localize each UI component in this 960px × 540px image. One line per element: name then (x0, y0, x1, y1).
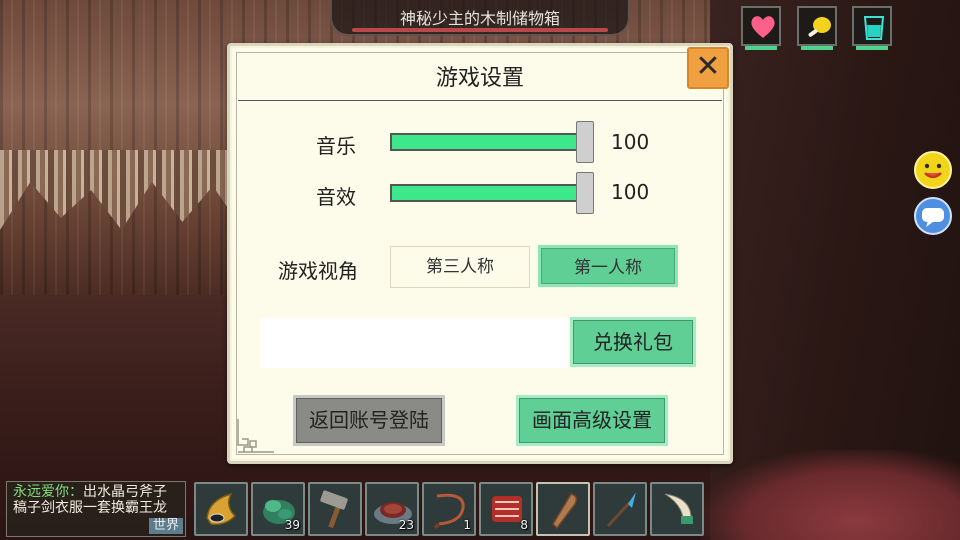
music-slider-handle[interactable] (576, 121, 594, 163)
hotbar-slot[interactable]: 39 (251, 482, 305, 536)
meat-icon (808, 17, 831, 37)
item-count: 1 (463, 518, 471, 532)
thirst-status[interactable] (852, 6, 892, 50)
health-status[interactable] (741, 6, 781, 50)
wooden-club-icon (552, 493, 578, 530)
stone-hammer-icon (320, 490, 348, 529)
sfx-label: 音效 (316, 185, 356, 209)
hotbar-slot[interactable] (593, 482, 647, 536)
hunger-status[interactable] (797, 6, 837, 50)
chat-nickname[interactable]: 永远爱你： (13, 484, 83, 500)
view-label: 游戏视角 (278, 259, 358, 283)
sfx-slider-fill (392, 186, 588, 200)
chat-box[interactable]: 永远爱你：出水晶弓斧子稿子剑衣服一套换霸王龙 世界 (6, 481, 186, 537)
first-person-button[interactable]: 第一人称 (538, 245, 678, 287)
third-person-button[interactable]: 第三人称 (390, 246, 530, 288)
bone-knife-icon (664, 493, 693, 524)
corner-ornament (237, 419, 274, 453)
target-item-banner: 神秘少主的木制储物箱 (330, 0, 630, 36)
gift-code-input[interactable] (260, 318, 568, 368)
horn-icon (206, 492, 237, 526)
return-to-login-button[interactable]: 返回账号登陆 (293, 395, 445, 446)
close-button[interactable]: ✕ (687, 47, 729, 89)
chat-channel-tag[interactable]: 世界 (148, 518, 183, 534)
hotbar-slot[interactable]: 8 (479, 482, 533, 536)
heart-icon (751, 16, 775, 38)
hotbar-slot[interactable] (194, 482, 248, 536)
redeem-gift-button[interactable]: 兑换礼包 (570, 317, 696, 367)
chat-button[interactable] (914, 197, 952, 235)
hotbar-slot-selected[interactable] (536, 482, 590, 536)
item-count: 8 (520, 518, 528, 532)
music-value: 100 (611, 130, 650, 154)
crystal-spear-icon (606, 492, 636, 528)
item-count: 39 (284, 518, 300, 532)
sfx-slider-handle[interactable] (576, 172, 594, 214)
music-slider[interactable] (390, 133, 590, 151)
hotbar-slot[interactable] (308, 482, 362, 536)
music-slider-fill (392, 135, 588, 149)
item-count: 23 (398, 518, 414, 532)
chat-bubble-icon (922, 208, 944, 227)
emoji-button[interactable] (914, 151, 952, 189)
settings-title: 游戏设置 (435, 66, 524, 91)
target-item-name: 神秘少主的木制储物箱 (399, 9, 560, 28)
hotbar-slot[interactable]: 1 (422, 482, 476, 536)
advanced-graphics-button[interactable]: 画面高级设置 (516, 395, 668, 446)
sfx-value: 100 (611, 180, 650, 204)
hotbar-slot[interactable]: 23 (365, 482, 419, 536)
thirst-bar (856, 46, 888, 50)
target-item-hp-bar (352, 28, 608, 32)
emoji-icon (924, 163, 942, 179)
title-divider (238, 100, 722, 101)
music-label: 音乐 (316, 134, 356, 158)
hotbar-slot[interactable] (650, 482, 704, 536)
water-glass-icon (863, 16, 885, 40)
settings-dialog: 游戏设置 ✕ 音乐 100 音效 100 游戏视角 第三人称 第一人称 兑换礼包… (227, 43, 733, 464)
hunger-bar (801, 46, 833, 50)
floor-cushion (700, 450, 960, 540)
sfx-slider[interactable] (390, 184, 590, 202)
health-bar (745, 46, 777, 50)
